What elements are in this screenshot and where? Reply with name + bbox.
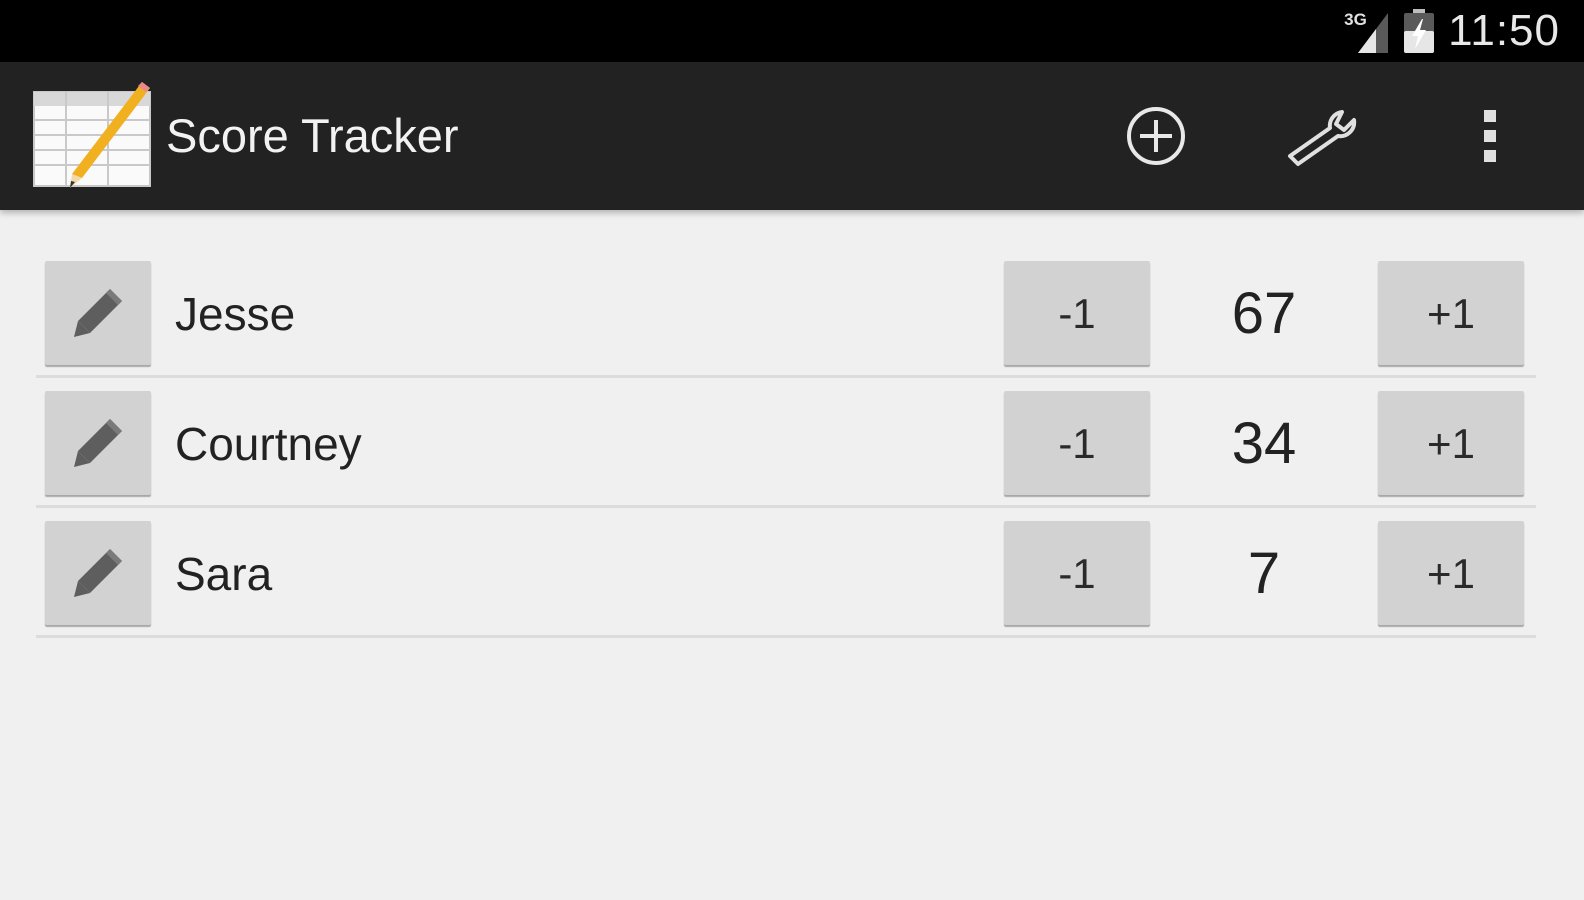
player-name: Sara	[175, 548, 273, 600]
player-row: Jesse -1 67 +1	[36, 248, 1536, 378]
settings-button[interactable]	[1282, 96, 1362, 176]
increment-score-button[interactable]: +1	[1378, 391, 1524, 495]
plus-circle-icon	[1127, 107, 1185, 165]
edit-player-button[interactable]	[45, 521, 151, 625]
wrench-icon	[1288, 110, 1357, 166]
pencil-icon	[74, 419, 122, 467]
add-player-button[interactable]	[1116, 96, 1196, 176]
decrement-score-button[interactable]: -1	[1004, 391, 1150, 495]
status-bar: 3G 11:50	[0, 0, 1584, 62]
pencil-icon	[74, 289, 122, 337]
overflow-menu-button[interactable]	[1450, 96, 1530, 176]
status-indicators: 3G 11:50	[1344, 0, 1560, 62]
edit-player-button[interactable]	[45, 261, 151, 365]
player-row: Sara -1 7 +1	[36, 508, 1536, 638]
player-name: Courtney	[175, 418, 362, 470]
edit-player-button[interactable]	[45, 391, 151, 495]
player-list: Jesse -1 67 +1 Courtney -1 34 +1 Sara -1…	[36, 248, 1536, 638]
more-vertical-icon	[1484, 110, 1496, 162]
player-score: 7	[1247, 541, 1281, 606]
increment-score-button[interactable]: +1	[1378, 261, 1524, 365]
player-score: 34	[1231, 411, 1297, 476]
battery-icon	[1404, 9, 1435, 53]
signal-icon	[1358, 13, 1389, 53]
decrement-score-button[interactable]: -1	[1004, 261, 1150, 365]
decrement-score-button[interactable]: -1	[1004, 521, 1150, 625]
score-sheet-pencil-icon	[33, 82, 151, 188]
app-title: Score Tracker	[166, 109, 459, 162]
player-name: Jesse	[175, 288, 296, 340]
pencil-icon	[74, 549, 122, 597]
signal-indicator: 3G	[1344, 9, 1390, 53]
increment-score-button[interactable]: +1	[1378, 521, 1524, 625]
action-bar: Score Tracker	[0, 62, 1584, 210]
clock: 11:50	[1448, 6, 1560, 55]
player-row: Courtney -1 34 +1	[36, 378, 1536, 508]
player-score: 67	[1231, 281, 1297, 346]
